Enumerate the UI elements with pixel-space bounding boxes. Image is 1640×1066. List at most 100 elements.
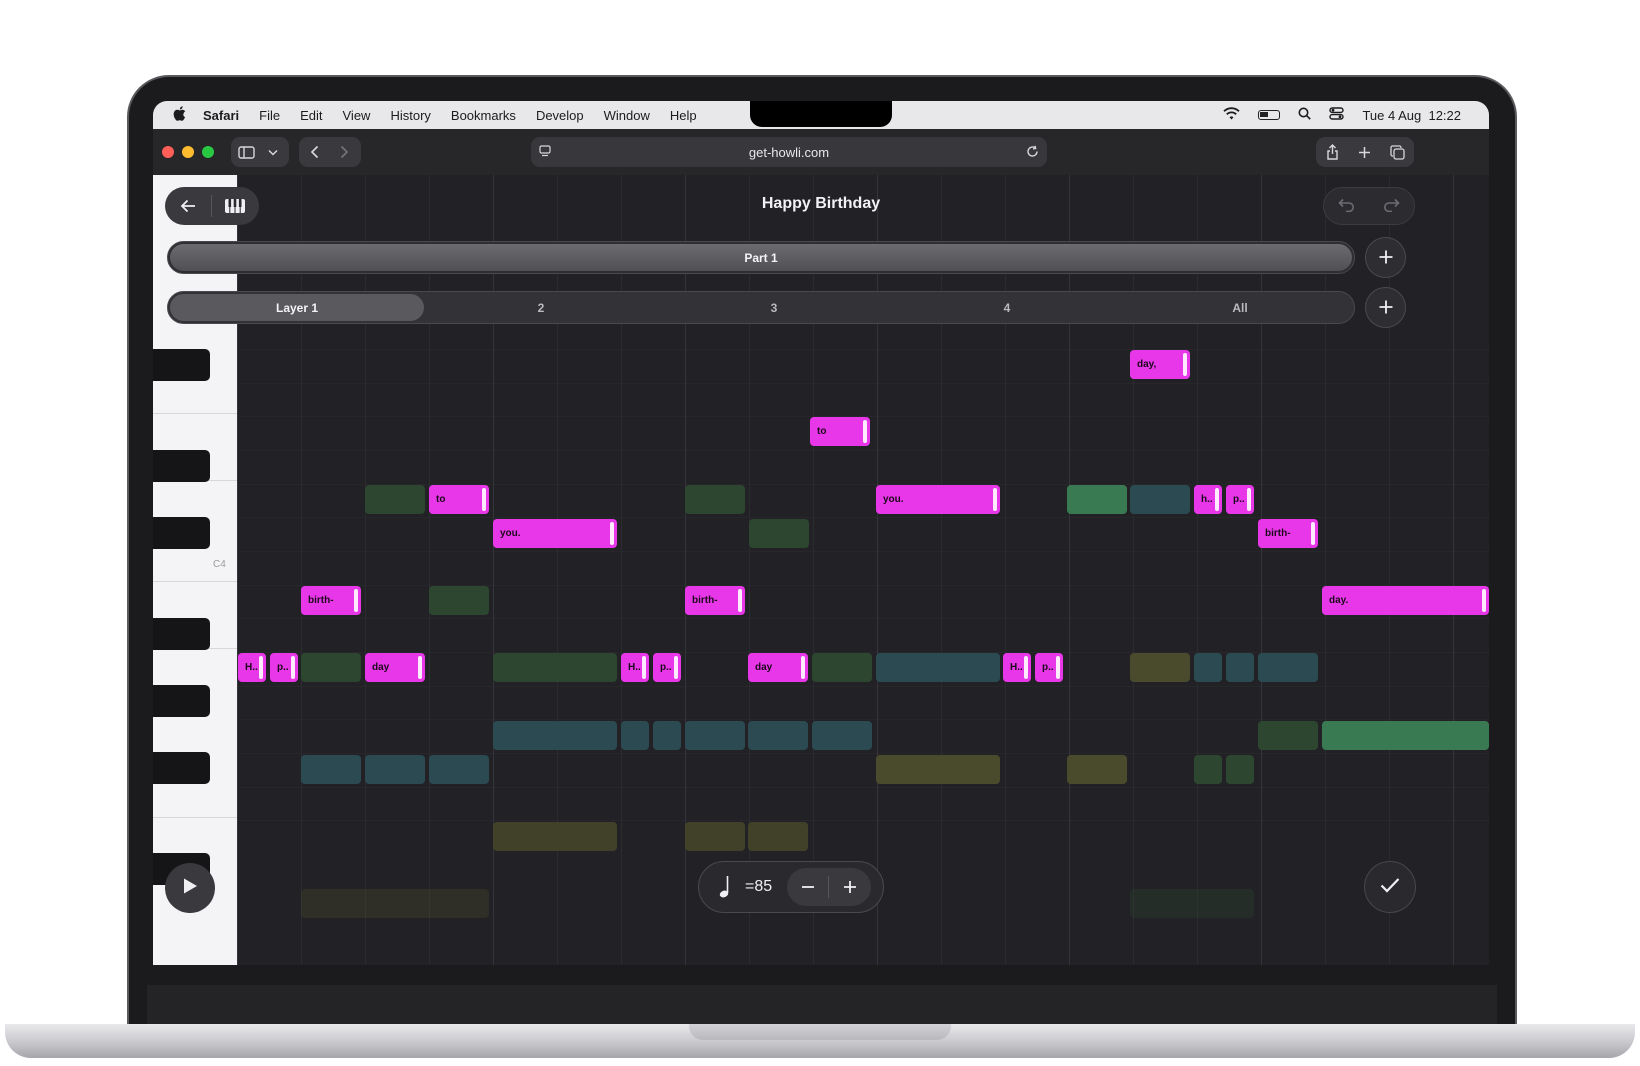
ghost-note[interactable] [1258,653,1318,682]
play-button[interactable] [165,863,215,913]
menu-file[interactable]: File [259,108,280,123]
ghost-note[interactable] [1130,889,1254,918]
lyric-note[interactable]: h.. [1194,485,1222,514]
ghost-note[interactable] [1130,653,1190,682]
lyric-note[interactable]: birth- [685,586,745,615]
ghost-note[interactable] [1322,721,1489,750]
ghost-note[interactable] [1067,485,1127,514]
confirm-button[interactable] [1364,861,1416,913]
ghost-note[interactable] [301,653,361,682]
lyric-note[interactable]: p.. [1226,485,1254,514]
ghost-note[interactable] [429,586,489,615]
ghost-note[interactable] [365,485,425,514]
site-settings-icon[interactable] [539,145,551,160]
search-icon[interactable] [1298,107,1312,123]
part-tab-active[interactable]: Part 1 [170,244,1352,271]
ghost-note[interactable] [1067,755,1127,784]
ghost-note[interactable] [748,721,808,750]
battery-icon[interactable] [1258,110,1281,120]
ghost-note[interactable] [1194,653,1222,682]
ghost-note[interactable] [748,822,808,851]
control-center-icon[interactable] [1329,107,1345,123]
ghost-note[interactable] [876,653,1000,682]
piano-black-key[interactable] [153,685,210,717]
lyric-note[interactable]: day [365,653,425,682]
chevron-down-icon[interactable] [261,137,285,167]
undo-icon[interactable] [1338,196,1355,217]
layer-tab-2[interactable]: 2 [491,292,591,323]
ghost-note[interactable] [1226,653,1254,682]
ghost-note[interactable] [1194,755,1222,784]
piano-black-key[interactable] [153,349,210,381]
redo-icon[interactable] [1383,196,1400,217]
ghost-note[interactable] [1130,485,1190,514]
address-bar[interactable]: get-howli.com [531,137,1047,167]
lyric-note[interactable]: birth- [1258,519,1318,548]
wifi-icon[interactable] [1223,107,1241,123]
menu-help[interactable]: Help [670,108,697,123]
lyric-note[interactable]: you. [876,485,1000,514]
menu-app-name[interactable]: Safari [203,108,239,123]
forward-icon[interactable] [329,137,359,167]
menu-develop[interactable]: Develop [536,108,584,123]
layer-tab-3[interactable]: 3 [724,292,824,323]
window-minimize-button[interactable] [182,146,194,158]
menu-edit[interactable]: Edit [300,108,322,123]
lyric-note[interactable]: to [810,417,870,446]
ghost-note[interactable] [653,721,681,750]
ghost-note[interactable] [493,653,617,682]
reload-icon[interactable] [1026,145,1039,161]
lyric-note[interactable]: H.. [621,653,649,682]
ghost-note[interactable] [365,755,425,784]
ghost-note[interactable] [876,755,1000,784]
lyric-note[interactable]: H.. [1003,653,1031,682]
piano-black-key[interactable] [153,618,210,650]
layer-selector[interactable]: Layer 1 2 3 4 All [167,291,1355,324]
lyric-note[interactable]: to [429,485,489,514]
tempo-increase-button[interactable] [829,868,870,906]
piano-black-key[interactable] [153,517,210,549]
ghost-note[interactable] [685,721,745,750]
back-icon[interactable] [299,137,329,167]
ghost-note[interactable] [429,755,489,784]
ghost-note[interactable] [1258,721,1318,750]
lyric-note[interactable]: H.. [238,653,266,682]
ghost-note[interactable] [493,721,617,750]
lyric-note[interactable]: you. [493,519,617,548]
add-part-button[interactable] [1365,237,1406,278]
layer-tab-4[interactable]: 4 [957,292,1057,323]
layer-tab-all[interactable]: All [1190,292,1290,323]
ghost-note[interactable] [493,822,617,851]
add-layer-button[interactable] [1365,287,1406,328]
layer-tab-1[interactable]: Layer 1 [170,294,424,321]
lyric-note[interactable]: day [748,653,808,682]
lyric-note[interactable]: p.. [270,653,298,682]
ghost-note[interactable] [1226,755,1254,784]
url-text[interactable]: get-howli.com [749,145,829,160]
lyric-note[interactable]: p.. [653,653,681,682]
menubar-datetime[interactable]: Tue 4 Aug 12:22 [1362,108,1461,123]
lyric-note[interactable]: day, [1130,350,1190,379]
ghost-note[interactable] [301,755,361,784]
ghost-note[interactable] [812,653,872,682]
menu-history[interactable]: History [390,108,430,123]
menu-view[interactable]: View [343,108,371,123]
ghost-note[interactable] [685,485,745,514]
lyric-note[interactable]: day. [1322,586,1489,615]
menu-bookmarks[interactable]: Bookmarks [451,108,516,123]
ghost-note[interactable] [812,721,872,750]
ghost-note[interactable] [685,822,745,851]
menu-window[interactable]: Window [604,108,650,123]
part-selector[interactable]: Part 1 [167,241,1355,274]
share-icon[interactable] [1317,137,1347,167]
new-tab-icon[interactable] [1350,137,1380,167]
piano-black-key[interactable] [153,450,210,482]
window-close-button[interactable] [162,146,174,158]
piano-black-key[interactable] [153,752,210,784]
lyric-note[interactable]: p.. [1035,653,1063,682]
lyric-note[interactable]: birth- [301,586,361,615]
window-zoom-button[interactable] [202,146,214,158]
ghost-note[interactable] [749,519,809,548]
sidebar-icon[interactable] [231,137,261,167]
ghost-note[interactable] [621,721,649,750]
